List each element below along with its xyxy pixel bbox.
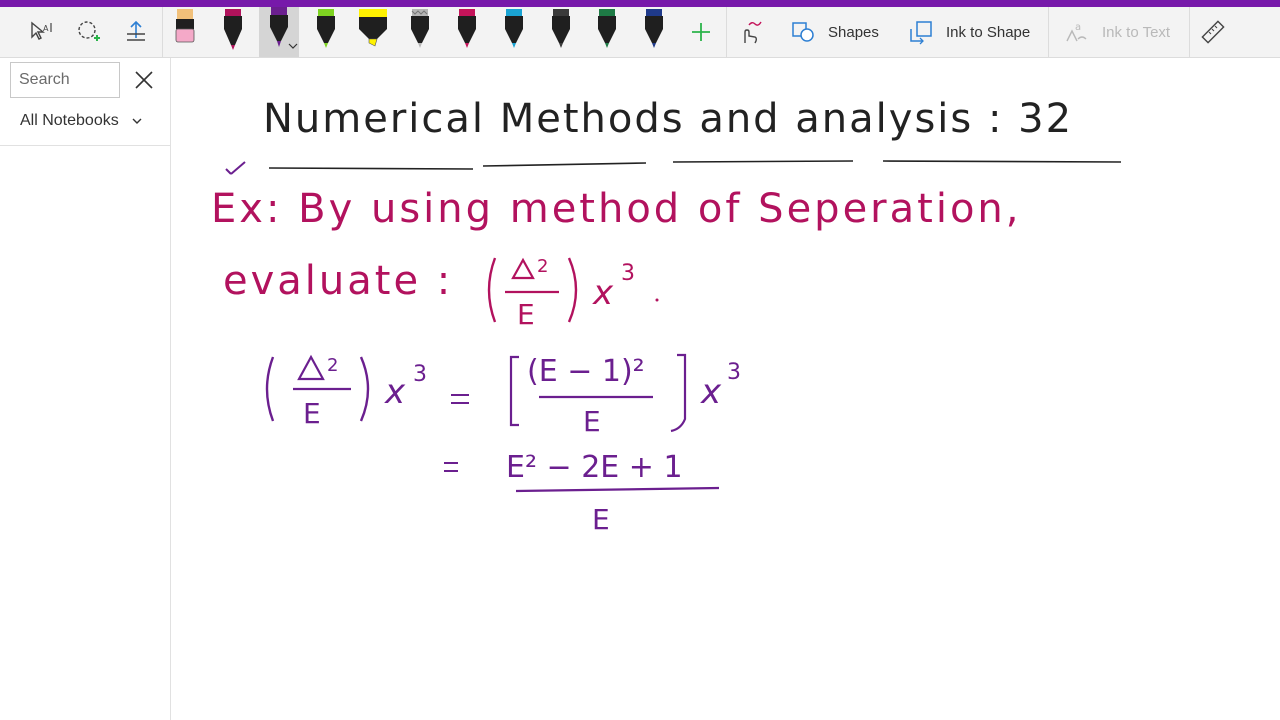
- teal-pen[interactable]: [494, 7, 534, 57]
- page-title: Numerical Methods and analysis : 32: [263, 96, 1074, 142]
- example-line-1: Ex: By using method of Seperation,: [211, 186, 1022, 232]
- silver-pen-icon: [411, 9, 429, 48]
- draw-toolbar: A Shapes Ink to Shape a Ink to Text: [0, 7, 1280, 58]
- svg-text:2: 2: [327, 355, 338, 376]
- example-line-2-prefix: evaluate :: [223, 258, 454, 304]
- highlighter-peach-pen[interactable]: [165, 7, 205, 57]
- search-input[interactable]: [11, 63, 119, 97]
- red-pen[interactable]: [447, 7, 487, 57]
- note-canvas[interactable]: Numerical Methods and analysis : 32 Ex: …: [171, 58, 1280, 720]
- svg-text:2: 2: [537, 256, 548, 277]
- svg-text:x: x: [592, 273, 614, 313]
- svg-text:x: x: [700, 372, 722, 412]
- ink-to-shape-label: Ink to Shape: [946, 23, 1031, 41]
- lasso-add-icon[interactable]: [76, 19, 102, 45]
- toolbar-separator: [162, 7, 163, 57]
- eq2-numerator: E² − 2E + 1: [506, 450, 683, 485]
- purple-pen[interactable]: [259, 7, 299, 57]
- red-pen-icon: [458, 9, 476, 48]
- silver-pen[interactable]: [400, 7, 440, 57]
- ink-to-text-button[interactable]: a Ink to Text: [1064, 7, 1170, 57]
- purple-pen-icon: [270, 7, 298, 49]
- ink-to-shape-icon: [910, 21, 932, 45]
- sidebar-divider: [0, 145, 170, 146]
- toolbar-separator: [1048, 7, 1049, 57]
- highlighter-peach-icon: [175, 9, 195, 43]
- navy-pen-icon: [645, 9, 663, 48]
- svg-text:3: 3: [413, 362, 427, 387]
- svg-text:E: E: [517, 298, 535, 331]
- shapes-label: Shapes: [828, 23, 879, 41]
- ink-to-shape-button[interactable]: Ink to Shape: [908, 7, 1030, 57]
- svg-text:E: E: [303, 397, 321, 430]
- evaluate-expression: 2 E x 3: [487, 256, 659, 331]
- magenta-pen[interactable]: [213, 7, 253, 57]
- close-icon[interactable]: [133, 69, 155, 91]
- svg-text:E: E: [583, 405, 601, 438]
- yellow-highlighter[interactable]: [353, 7, 393, 57]
- svg-text:3: 3: [727, 360, 741, 385]
- dark-green-pen-icon: [598, 9, 616, 48]
- ink-replay-icon[interactable]: [736, 19, 762, 45]
- magenta-pen-icon: [224, 9, 242, 50]
- svg-text:A: A: [43, 24, 49, 33]
- svg-text:E: E: [592, 503, 610, 536]
- teal-pen-icon: [505, 9, 523, 48]
- ink-to-text-label: Ink to Text: [1102, 23, 1171, 41]
- notebook-filter-dropdown[interactable]: All Notebooks: [20, 112, 143, 130]
- notebook-filter-label: All Notebooks: [20, 112, 119, 129]
- eq1-numerator: (E − 1)²: [527, 354, 645, 389]
- toolbar-separator: [726, 7, 727, 57]
- chevron-down-icon: [132, 118, 142, 124]
- svg-text:a: a: [1075, 22, 1081, 33]
- green-pen[interactable]: [306, 7, 346, 57]
- toolbar-separator: [1189, 7, 1190, 57]
- navy-pen[interactable]: [634, 7, 674, 57]
- dark-gray-pen[interactable]: [541, 7, 581, 57]
- shapes-button[interactable]: Shapes: [790, 7, 879, 57]
- add-pen-icon[interactable]: [688, 19, 714, 45]
- equation-line-2: E² − 2E + 1 E: [444, 450, 720, 536]
- shapes-icon: [792, 22, 814, 42]
- dark-green-pen[interactable]: [587, 7, 627, 57]
- ruler-icon[interactable]: [1200, 19, 1226, 45]
- add-space-icon[interactable]: [123, 19, 149, 45]
- yellow-highlighter-icon: [359, 9, 387, 47]
- ink-to-text-icon: a: [1066, 22, 1087, 42]
- title-underline: [225, 160, 1122, 175]
- green-pen-icon: [317, 9, 335, 48]
- search-box: [10, 62, 120, 98]
- lasso-select-icon[interactable]: A: [28, 19, 54, 45]
- brand-strip: [0, 0, 1280, 7]
- svg-text:3: 3: [621, 261, 635, 286]
- sidebar: All Notebooks: [0, 58, 171, 720]
- dark-gray-pen-icon: [552, 9, 570, 48]
- equation-line-1: 2 E x 3 (E − 1)² E x 3: [265, 353, 741, 438]
- svg-text:x: x: [384, 372, 406, 412]
